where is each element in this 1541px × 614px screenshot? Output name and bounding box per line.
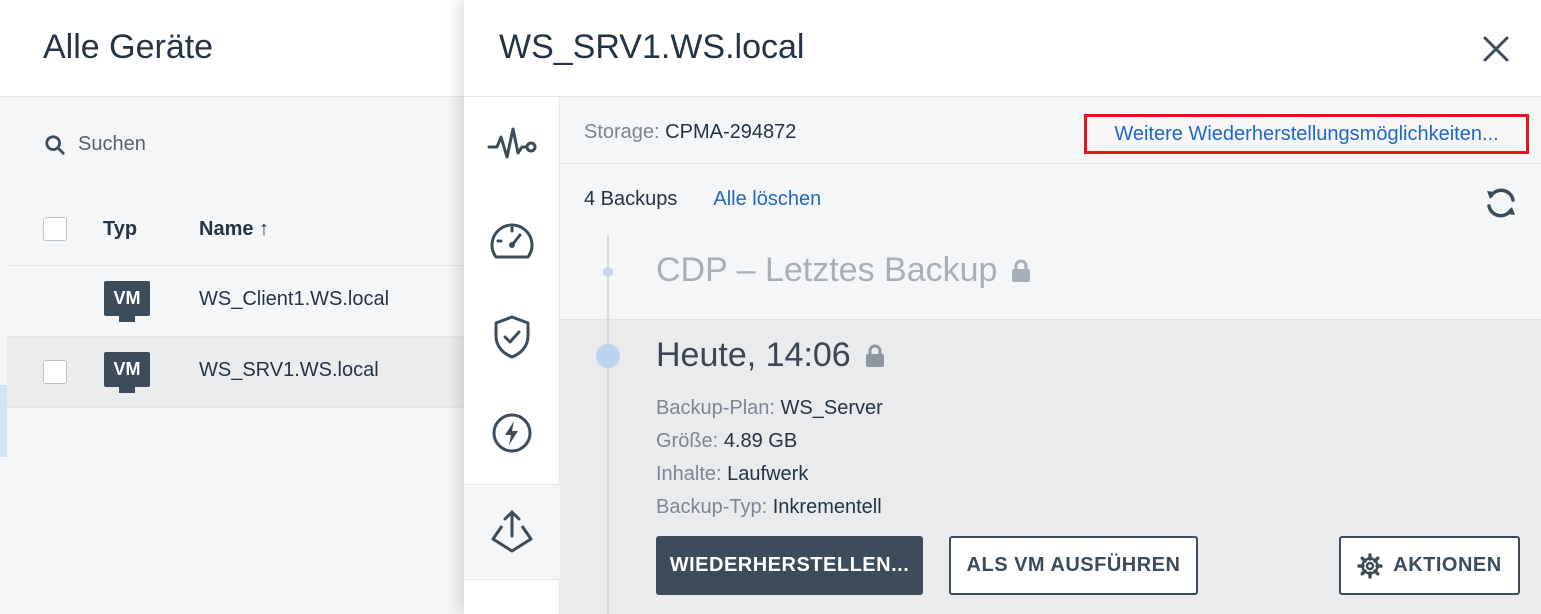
devices-header: Alle Geräte	[0, 0, 464, 97]
lock-icon	[1012, 259, 1031, 282]
drawer-title: WS_SRV1.WS.local	[499, 28, 805, 66]
backups-count: 4 Backups	[584, 188, 678, 210]
close-icon[interactable]	[1481, 34, 1511, 64]
page-title: Alle Geräte	[43, 28, 214, 66]
recovery-icon	[491, 510, 533, 553]
more-recovery-options-link[interactable]: Weitere Wiederherstellungsmöglichkeiten.…	[1084, 114, 1529, 154]
lock-icon	[865, 344, 884, 367]
lightning-icon	[492, 413, 532, 453]
actions-button[interactable]: AKTIONEN	[1339, 536, 1520, 595]
activity-icon	[487, 127, 537, 159]
backup-type-value: Inkrementell	[772, 496, 882, 518]
drawer-icon-bar	[464, 97, 560, 614]
table-row[interactable]: VM WS_SRV1.WS.local	[7, 337, 464, 408]
gauge-icon	[490, 223, 534, 259]
backup-card: Heute, 14:06 Backup-Plan: WS_Server Größ…	[560, 319, 1541, 614]
tab-protection[interactable]	[464, 289, 560, 385]
actions-label: AKTIONEN	[1393, 554, 1502, 576]
backup-title: Heute, 14:06	[656, 336, 885, 375]
backups-toolbar: 4 Backups Alle löschen	[584, 188, 821, 211]
tab-overview[interactable]	[464, 97, 560, 193]
storage-info: Storage: CPMA-294872	[584, 121, 797, 143]
device-name: WS_Client1.WS.local	[199, 288, 390, 310]
gear-icon	[1357, 552, 1383, 579]
devices-pane: Alle Geräte Suchen Typ Name ↑ VM WS_Clie…	[0, 0, 464, 614]
backup-plan-value: WS_Server	[780, 397, 883, 419]
backup-contents-value: Laufwerk	[727, 463, 809, 485]
column-type[interactable]: Typ	[103, 218, 137, 241]
tab-monitoring[interactable]	[464, 193, 560, 289]
backup-size-value: 4.89 GB	[723, 430, 798, 452]
cdp-backup-title: CDP – Letztes Backup	[656, 251, 998, 289]
backup-contents-row: Inhalte: Laufwerk	[656, 463, 809, 485]
delete-all-link[interactable]: Alle löschen	[713, 188, 821, 211]
restore-button[interactable]: WIEDERHERSTELLEN...	[656, 536, 923, 595]
backup-type-row: Backup-Typ: Inkrementell	[656, 496, 882, 518]
backup-plan-row: Backup-Plan: WS_Server	[656, 397, 883, 419]
drawer-header: WS_SRV1.WS.local	[464, 0, 1541, 97]
table-row[interactable]: VM WS_Client1.WS.local	[7, 266, 464, 337]
row-checkbox[interactable]	[43, 360, 67, 384]
cdp-backup-entry[interactable]: CDP – Letztes Backup	[656, 251, 1031, 290]
select-all-checkbox[interactable]	[43, 217, 67, 241]
column-name[interactable]: Name ↑	[199, 218, 269, 241]
vm-icon: VM	[104, 352, 150, 394]
search-box[interactable]: Suchen	[44, 133, 146, 156]
storage-bar: Storage: CPMA-294872 Weitere Wiederherst…	[560, 97, 1541, 164]
search-icon	[45, 134, 65, 155]
backup-size-row: Größe: 4.89 GB	[656, 430, 798, 452]
timeline-dot	[603, 267, 613, 277]
storage-name: CPMA-294872	[665, 121, 797, 143]
backup-properties: Backup-Plan: WS_Server Größe: 4.89 GB In…	[656, 392, 883, 524]
shield-check-icon	[494, 315, 530, 359]
tab-recovery[interactable]	[464, 484, 560, 580]
search-input[interactable]: Suchen	[78, 133, 146, 156]
vm-icon: VM	[104, 281, 150, 323]
device-details-drawer: WS_SRV1.WS.local Storage: CPMA-294872 We…	[464, 0, 1541, 614]
selection-accent	[0, 385, 7, 457]
recovery-panel: Storage: CPMA-294872 Weitere Wiederherst…	[560, 97, 1541, 614]
run-as-vm-button[interactable]: ALS VM AUSFÜHREN	[949, 536, 1198, 595]
table-header: Typ Name ↑	[7, 195, 464, 266]
timeline-dot-selected	[596, 344, 620, 368]
device-name: WS_SRV1.WS.local	[199, 359, 379, 381]
refresh-icon[interactable]	[1483, 185, 1519, 221]
tab-patches[interactable]	[464, 385, 560, 481]
